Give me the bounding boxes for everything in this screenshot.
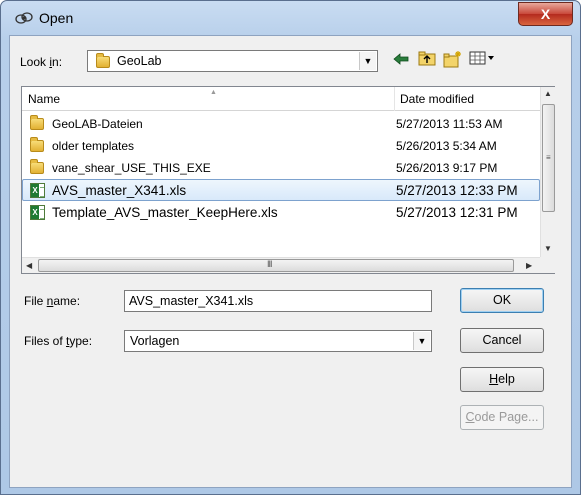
up-folder-icon-svg <box>418 51 436 66</box>
back-arrow-icon <box>393 53 409 65</box>
up-folder-icon[interactable] <box>416 50 438 70</box>
dialog-body: Look in: GeoLab ▼ Name ▲ Date modified G… <box>9 35 572 488</box>
file-name-input[interactable]: AVS_master_X341.xls <box>124 290 432 312</box>
vertical-scrollbar[interactable]: ▲ ≡ ▼ <box>540 87 555 257</box>
views-menu-icon[interactable] <box>468 50 496 70</box>
ok-button[interactable]: OK <box>460 288 544 313</box>
list-item[interactable]: older templates 5/26/2013 5:34 AM <box>22 135 540 157</box>
look-in-dropdown[interactable]: GeoLab ▼ <box>87 50 378 72</box>
window-title: Open <box>39 10 74 26</box>
app-icon <box>15 12 33 24</box>
files-of-type-dropdown[interactable]: Vorlagen ▼ <box>124 330 432 352</box>
horizontal-scroll-thumb[interactable]: III <box>38 259 514 272</box>
column-header-name[interactable]: Name <box>22 87 394 111</box>
chevron-down-icon[interactable]: ▼ <box>359 52 376 70</box>
item-date: 5/27/2013 12:31 PM <box>396 205 518 220</box>
scroll-down-icon[interactable]: ▼ <box>544 244 552 253</box>
look-in-label: Look in: <box>20 55 63 69</box>
list-item-selected[interactable]: AVS_master_X341.xls 5/27/2013 12:33 PM <box>22 179 540 201</box>
close-icon: X <box>540 6 551 22</box>
excel-file-icon <box>30 205 45 220</box>
item-date: 5/27/2013 12:33 PM <box>396 183 518 198</box>
close-button[interactable]: X <box>518 2 573 26</box>
file-name-label: File name: <box>24 294 81 308</box>
scrollbar-corner <box>540 257 555 273</box>
folder-icon <box>30 137 44 152</box>
item-name: Template_AVS_master_KeepHere.xls <box>52 205 278 220</box>
folder-icon <box>30 115 44 130</box>
cancel-button[interactable]: Cancel <box>460 328 544 353</box>
horizontal-scrollbar[interactable]: ◀ III ▶ <box>22 257 540 273</box>
grip-icon: III <box>267 259 272 269</box>
list-item[interactable]: vane_shear_USE_THIS_EXE 5/26/2013 9:17 P… <box>22 157 540 179</box>
item-date: 5/26/2013 5:34 AM <box>396 139 497 153</box>
new-folder-icon[interactable] <box>442 50 464 70</box>
list-header: Name ▲ Date modified <box>22 87 540 111</box>
item-name: GeoLAB-Dateien <box>52 117 143 131</box>
chevron-down-icon[interactable]: ▼ <box>413 332 430 350</box>
file-list[interactable]: Name ▲ Date modified GeoLAB-Dateien 5/27… <box>21 86 555 274</box>
sort-ascending-icon: ▲ <box>210 89 217 96</box>
list-item[interactable]: Template_AVS_master_KeepHere.xls 5/27/20… <box>22 202 540 224</box>
item-name: vane_shear_USE_THIS_EXE <box>52 161 211 175</box>
open-dialog-window: Open X Look in: GeoLab ▼ Name ▲ Date mod… <box>0 0 581 495</box>
title-bar[interactable]: Open X <box>1 1 580 35</box>
item-date: 5/27/2013 11:53 AM <box>396 117 503 131</box>
files-of-type-value: Vorlagen <box>130 334 180 348</box>
folder-icon <box>96 53 110 68</box>
help-button[interactable]: Help <box>460 367 544 392</box>
scroll-up-icon[interactable]: ▲ <box>544 89 552 98</box>
item-name: AVS_master_X341.xls <box>52 183 187 198</box>
files-of-type-label: Files of type: <box>24 334 93 348</box>
excel-file-icon <box>30 183 45 198</box>
item-name: older templates <box>52 139 135 153</box>
scroll-left-icon[interactable]: ◀ <box>26 261 32 270</box>
folder-icon <box>30 159 44 174</box>
grip-icon: ≡ <box>546 153 551 162</box>
back-icon[interactable] <box>390 50 412 70</box>
views-grid-icon <box>469 51 494 65</box>
scroll-right-icon[interactable]: ▶ <box>526 261 532 270</box>
item-date: 5/26/2013 9:17 PM <box>396 161 498 175</box>
list-item[interactable]: GeoLAB-Dateien 5/27/2013 11:53 AM <box>22 113 540 135</box>
new-folder-icon-svg <box>443 51 461 68</box>
vertical-scroll-thumb[interactable]: ≡ <box>542 104 555 212</box>
code-page-button[interactable]: Code Page... <box>460 405 544 430</box>
look-in-value: GeoLab <box>117 54 162 68</box>
column-header-date[interactable]: Date modified <box>394 87 540 111</box>
